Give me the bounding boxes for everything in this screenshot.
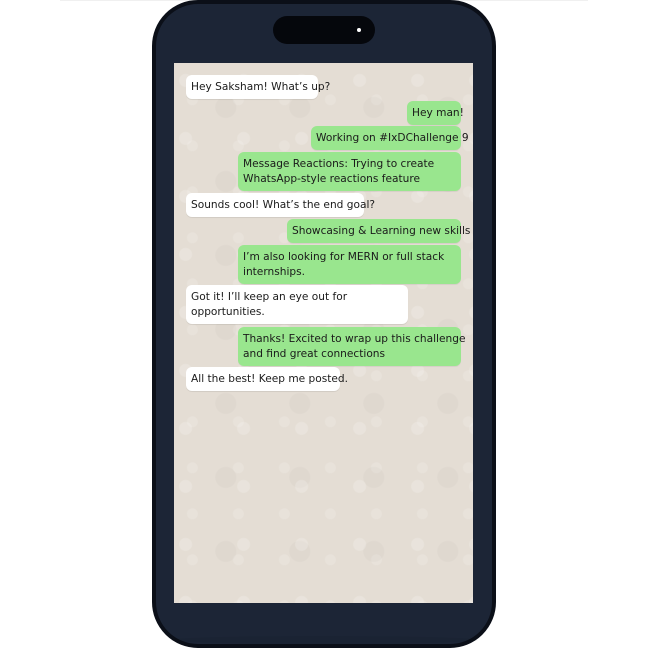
- message-text: Got it! I’ll keep an eye out for: [191, 291, 348, 303]
- outgoing-message[interactable]: I’m also looking for MERN or full stack …: [238, 245, 461, 284]
- message-text: WhatsApp-style reactions feature: [243, 173, 421, 185]
- camera-icon: [357, 28, 361, 32]
- message-text: Thanks! Excited to wrap up this challeng…: [243, 333, 466, 345]
- message-text: opportunities.: [191, 306, 265, 318]
- page: Hey Saksham! What’s up? Hey man! Working…: [0, 0, 648, 648]
- message-text: All the best! Keep me posted.: [191, 373, 349, 385]
- chat-screen[interactable]: Hey Saksham! What’s up? Hey man! Working…: [174, 63, 473, 603]
- message-text: and find great connections: [243, 348, 386, 360]
- outgoing-message[interactable]: Working on #IxDChallenge 9: [311, 126, 469, 150]
- outgoing-message[interactable]: Thanks! Excited to wrap up this challeng…: [238, 327, 466, 366]
- message-text: Hey man!: [412, 107, 464, 119]
- incoming-message[interactable]: Hey Saksham! What’s up?: [186, 75, 331, 99]
- message-text: Showcasing & Learning new skills: [292, 225, 471, 237]
- outgoing-message[interactable]: Message Reactions: Trying to create What…: [238, 152, 461, 191]
- message-text: Working on #IxDChallenge 9: [316, 132, 469, 144]
- incoming-message[interactable]: All the best! Keep me posted.: [186, 367, 349, 391]
- dynamic-island: [273, 16, 375, 44]
- message-text: Hey Saksham! What’s up?: [191, 81, 331, 93]
- message-list[interactable]: Hey Saksham! What’s up? Hey man! Working…: [174, 63, 473, 603]
- message-text: Message Reactions: Trying to create: [243, 158, 435, 170]
- incoming-message[interactable]: Got it! I’ll keep an eye out for opportu…: [186, 285, 408, 324]
- message-text: I’m also looking for MERN or full stack: [243, 251, 445, 263]
- phone-shadow: [170, 636, 478, 644]
- message-text: internships.: [243, 266, 306, 278]
- outgoing-message[interactable]: Hey man!: [407, 101, 464, 125]
- incoming-message[interactable]: Sounds cool! What’s the end goal?: [186, 193, 376, 217]
- outgoing-message[interactable]: Showcasing & Learning new skills: [287, 219, 471, 243]
- message-text: Sounds cool! What’s the end goal?: [191, 199, 376, 211]
